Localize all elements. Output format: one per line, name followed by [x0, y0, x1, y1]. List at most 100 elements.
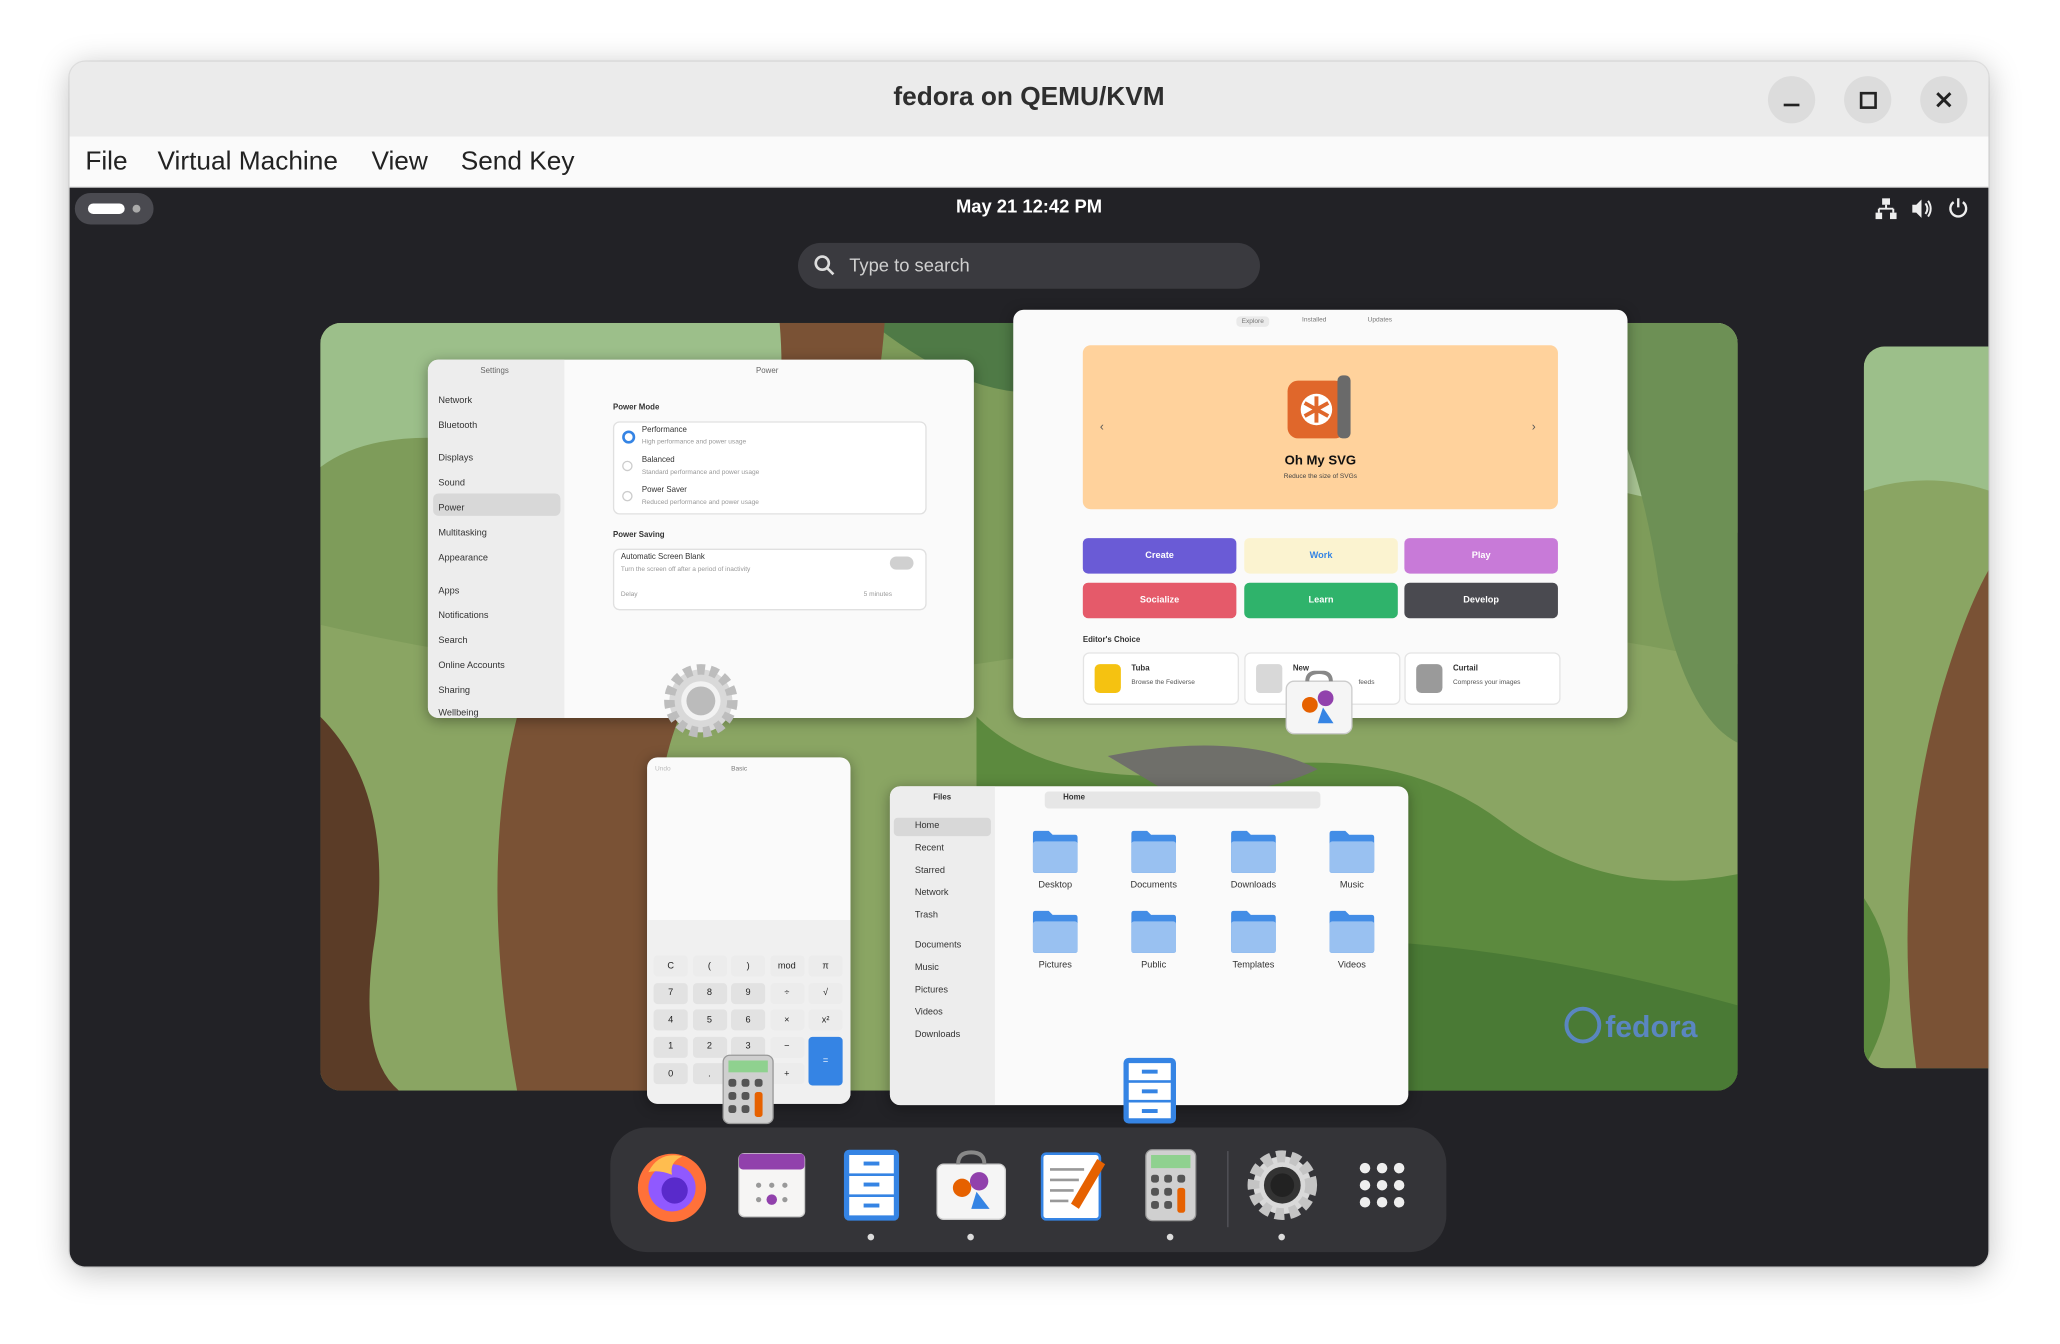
mode-power-saver[interactable]: Power Saver [642, 487, 687, 495]
calc-key[interactable]: 7 [653, 982, 688, 1004]
files-sidebar-item[interactable]: Music [915, 963, 939, 972]
clock[interactable]: May 21 12:42 PM [70, 196, 1989, 217]
dock-firefox[interactable] [633, 1146, 712, 1233]
sidebar-item-apps[interactable]: Apps [438, 587, 459, 596]
app-card-tuba[interactable]: Tuba Browse the Fediverse [1082, 652, 1239, 705]
close-button[interactable] [1920, 76, 1968, 124]
folder-icon[interactable] [1229, 828, 1279, 875]
folder-icon[interactable] [1030, 908, 1080, 955]
category-play[interactable]: Play [1404, 538, 1558, 574]
calc-key[interactable]: x² [808, 1009, 843, 1031]
files-sidebar-item[interactable]: Downloads [915, 1030, 960, 1039]
path-bar[interactable] [1044, 791, 1321, 809]
tab-installed[interactable]: Installed [1302, 316, 1326, 324]
sidebar-item-network[interactable]: Network [438, 396, 472, 405]
calc-key[interactable]: 8 [692, 982, 727, 1004]
mode-balanced[interactable]: Balanced [642, 457, 675, 465]
minimize-button[interactable] [1767, 76, 1816, 124]
files-sidebar-item[interactable]: Recent [915, 844, 944, 853]
folder-icon[interactable] [1327, 828, 1377, 875]
files-sidebar-item[interactable]: Trash [915, 911, 938, 920]
calc-key[interactable]: 0 [653, 1063, 688, 1085]
banner-prev-icon[interactable]: ‹ [1100, 420, 1104, 433]
calc-key[interactable]: 9 [731, 982, 766, 1004]
menu-virtual-machine[interactable]: Virtual Machine [158, 147, 338, 177]
dock-calculator[interactable] [1131, 1146, 1210, 1241]
delay-dropdown[interactable]: 5 minutes [864, 591, 892, 599]
next-workspace-thumbnail[interactable] [1863, 346, 1989, 1069]
sidebar-item-displays[interactable]: Displays [438, 454, 473, 463]
menu-view[interactable]: View [371, 147, 427, 177]
folder-icon[interactable] [1229, 908, 1279, 955]
folder-icon[interactable] [1129, 908, 1179, 955]
files-sidebar-item[interactable]: Starred [915, 866, 945, 875]
files-sidebar-item[interactable]: Home [915, 822, 940, 831]
calc-key[interactable]: 5 [692, 1009, 727, 1031]
sidebar-item-wellbeing[interactable]: Wellbeing [438, 709, 478, 718]
radio-power-saver[interactable] [622, 490, 633, 502]
calc-key[interactable]: 6 [731, 1009, 766, 1031]
dock-show-apps[interactable] [1343, 1146, 1422, 1233]
tab-explore[interactable]: Explore [1236, 316, 1270, 327]
menu-send-key[interactable]: Send Key [461, 147, 575, 177]
sidebar-item-online-accounts[interactable]: Online Accounts [438, 662, 504, 671]
folder-icon[interactable] [1030, 828, 1080, 875]
search-box[interactable]: Type to search [798, 242, 1260, 289]
category-socialize[interactable]: Socialize [1082, 582, 1237, 619]
calc-key[interactable]: 1 [653, 1036, 688, 1058]
files-sidebar-item[interactable]: Pictures [915, 986, 948, 995]
maximize-button[interactable] [1844, 76, 1892, 124]
mode-power-saver-desc: Reduced performance and power usage [641, 498, 759, 507]
calc-key[interactable]: ) [731, 955, 766, 977]
category-create[interactable]: Create [1082, 538, 1237, 574]
sidebar-item-notifications[interactable]: Notifications [438, 612, 488, 621]
category-learn[interactable]: Learn [1244, 582, 1398, 619]
files-sidebar-item[interactable]: Documents [915, 941, 961, 950]
volume-icon[interactable] [1911, 198, 1935, 219]
dock-settings[interactable] [1243, 1146, 1322, 1241]
sidebar-item-appearance[interactable]: Appearance [438, 554, 488, 563]
network-icon[interactable] [1874, 198, 1898, 220]
category-work[interactable]: Work [1244, 538, 1398, 574]
calc-key[interactable]: π [808, 955, 843, 977]
tab-updates[interactable]: Updates [1368, 316, 1392, 324]
calc-key[interactable]: ( [692, 955, 727, 977]
files-sidebar-item[interactable]: Videos [915, 1008, 943, 1017]
sidebar-item-search[interactable]: Search [438, 637, 467, 646]
banner-next-icon[interactable]: › [1532, 420, 1536, 433]
screen-blank-toggle[interactable] [889, 556, 914, 570]
calc-key[interactable]: + [769, 1063, 804, 1085]
dock-calendar[interactable] [732, 1146, 811, 1233]
mode-performance[interactable]: Performance [642, 427, 687, 435]
folder-icon[interactable] [1327, 908, 1377, 955]
sidebar-item-power[interactable]: Power [438, 504, 464, 513]
app-card-curtail[interactable]: Curtail Compress your images [1404, 652, 1561, 705]
calc-key[interactable]: C [653, 955, 688, 977]
calc-key[interactable]: √ [808, 982, 843, 1004]
calc-key[interactable]: ÷ [769, 982, 804, 1004]
software-window[interactable]: Explore Installed Updates Oh My SVG Redu… [1013, 309, 1628, 718]
power-icon[interactable] [1948, 197, 1969, 219]
dock-software[interactable] [932, 1146, 1011, 1241]
folder-icon[interactable] [1129, 828, 1179, 875]
dock-files[interactable] [832, 1146, 911, 1241]
calculator-window[interactable]: Undo Basic C()modπ789÷√456×x²123−=0.%+ [647, 757, 851, 1104]
files-sidebar-item[interactable]: Network [915, 889, 949, 898]
sidebar-item-sound[interactable]: Sound [438, 479, 465, 488]
menu-file[interactable]: File [85, 147, 127, 177]
calc-key[interactable]: 4 [653, 1009, 688, 1031]
vm-display[interactable]: May 21 12:42 PM Type to search fedora Se… [69, 187, 1989, 1267]
calc-key[interactable]: − [769, 1036, 804, 1058]
sidebar-item-bluetooth[interactable]: Bluetooth [438, 421, 477, 430]
sidebar-item-multitasking[interactable]: Multitasking [438, 529, 487, 538]
mode-dropdown[interactable]: Basic [731, 765, 747, 773]
undo-button[interactable]: Undo [655, 765, 671, 773]
sidebar-item-sharing[interactable]: Sharing [438, 686, 470, 695]
calc-key[interactable]: × [769, 1009, 804, 1031]
calc-key[interactable]: mod [769, 955, 804, 977]
radio-performance[interactable] [622, 430, 636, 444]
category-develop[interactable]: Develop [1404, 582, 1558, 619]
dock-text-editor[interactable] [1032, 1146, 1111, 1233]
radio-balanced[interactable] [622, 460, 633, 472]
calc-key[interactable]: = [808, 1036, 843, 1085]
